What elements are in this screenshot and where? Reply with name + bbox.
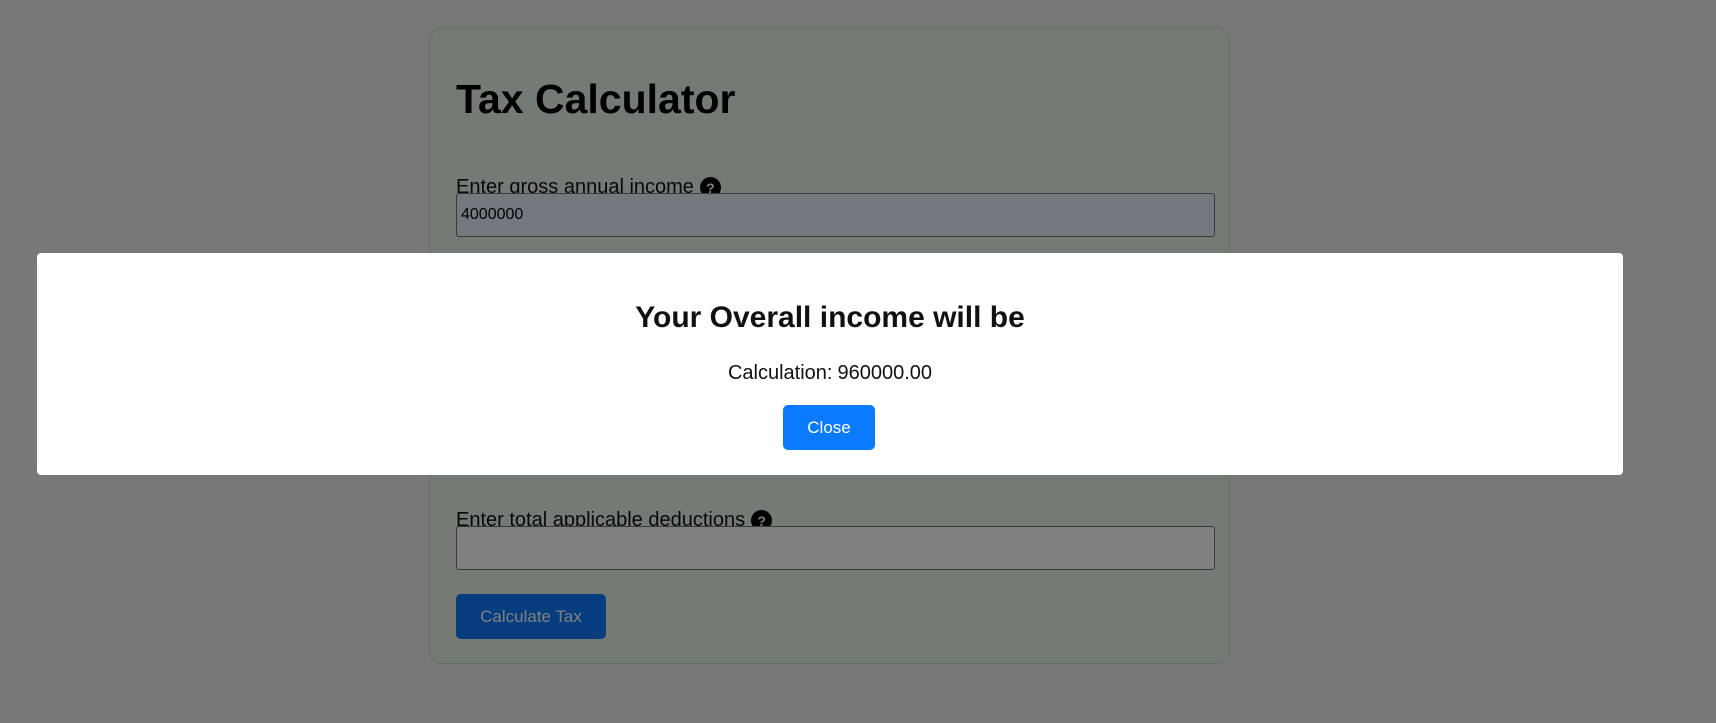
calculation-result: Calculation: 960000.00 — [37, 362, 1623, 385]
calculation-value: 960000.00 — [837, 362, 933, 384]
modal-title: Your Overall income will be — [635, 301, 1025, 334]
calculation-label: Calculation: — [727, 362, 833, 384]
close-button[interactable]: Close — [783, 405, 875, 450]
result-modal: Your Overall income will be Calculation:… — [37, 253, 1623, 475]
